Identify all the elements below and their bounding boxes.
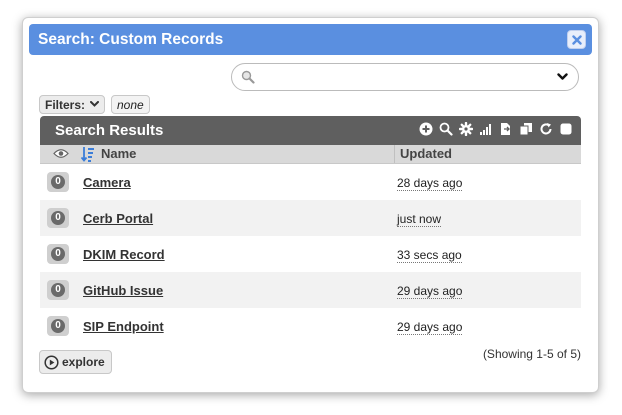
results-toolbar: [419, 122, 573, 136]
results-title: Search Results: [55, 122, 164, 139]
export-icon[interactable]: [499, 122, 513, 136]
count-value: 0: [51, 247, 65, 261]
table-row: 0 GitHub Issue 29 days ago: [40, 272, 581, 308]
results-header: Search Results: [40, 116, 581, 145]
record-count-badge[interactable]: 0: [47, 316, 69, 336]
sort-descending-icon[interactable]: [81, 146, 95, 162]
filters-value[interactable]: none: [111, 95, 150, 114]
chevron-down-icon: [90, 101, 100, 108]
table-row: 0 Camera 28 days ago: [40, 164, 581, 200]
search-dialog: Search: Custom Records Filters: none Sea…: [22, 17, 599, 393]
record-name-link[interactable]: GitHub Issue: [83, 283, 163, 298]
search-results: Search Results Name Updated 0 Camera 28 …: [40, 116, 581, 344]
record-updated: 33 secs ago: [397, 248, 462, 263]
refresh-icon[interactable]: [539, 122, 553, 136]
filters-button[interactable]: Filters:: [39, 95, 106, 114]
dialog-title: Search: Custom Records: [38, 31, 224, 48]
table-row: 0 Cerb Portal just now: [40, 200, 581, 236]
table-row: 0 DKIM Record 33 secs ago: [40, 236, 581, 272]
column-name[interactable]: Name: [101, 146, 136, 161]
record-name-link[interactable]: Camera: [83, 175, 131, 190]
search-box[interactable]: [231, 63, 579, 91]
search-input[interactable]: [262, 68, 546, 88]
record-name-link[interactable]: Cerb Portal: [83, 211, 153, 226]
table-row: 0 SIP Endpoint 29 days ago: [40, 308, 581, 344]
record-count-badge[interactable]: 0: [47, 280, 69, 300]
record-name-link[interactable]: SIP Endpoint: [83, 319, 164, 334]
close-button[interactable]: [567, 30, 586, 49]
record-count-badge[interactable]: 0: [47, 208, 69, 228]
count-value: 0: [51, 283, 65, 297]
column-header-row: Name Updated: [40, 145, 581, 164]
record-updated: just now: [397, 212, 442, 227]
add-icon[interactable]: [419, 122, 433, 136]
explore-button[interactable]: explore: [39, 350, 112, 374]
search-icon[interactable]: [439, 122, 453, 136]
record-count-badge[interactable]: 0: [47, 172, 69, 192]
chevron-down-icon[interactable]: [557, 73, 568, 81]
column-updated[interactable]: Updated: [400, 146, 452, 161]
record-count-badge[interactable]: 0: [47, 244, 69, 264]
magnifier-icon: [241, 70, 255, 84]
explore-label: explore: [62, 355, 105, 369]
chart-icon[interactable]: [479, 122, 493, 136]
gear-icon[interactable]: [459, 122, 473, 136]
eye-icon[interactable]: [53, 148, 69, 159]
record-name-link[interactable]: DKIM Record: [83, 247, 165, 262]
play-circle-icon: [44, 354, 59, 370]
dialog-titlebar[interactable]: Search: Custom Records: [29, 24, 592, 55]
record-updated: 28 days ago: [397, 176, 463, 191]
results-count-text: (Showing 1-5 of 5): [482, 347, 581, 361]
column-divider: [394, 145, 395, 163]
close-icon: [572, 35, 582, 45]
select-all-icon[interactable]: [559, 122, 573, 136]
record-updated: 29 days ago: [397, 284, 463, 299]
record-updated: 29 days ago: [397, 320, 463, 335]
count-value: 0: [51, 211, 65, 225]
count-value: 0: [51, 319, 65, 333]
filters-label: Filters:: [45, 98, 86, 112]
copy-icon[interactable]: [519, 122, 533, 136]
count-value: 0: [51, 175, 65, 189]
